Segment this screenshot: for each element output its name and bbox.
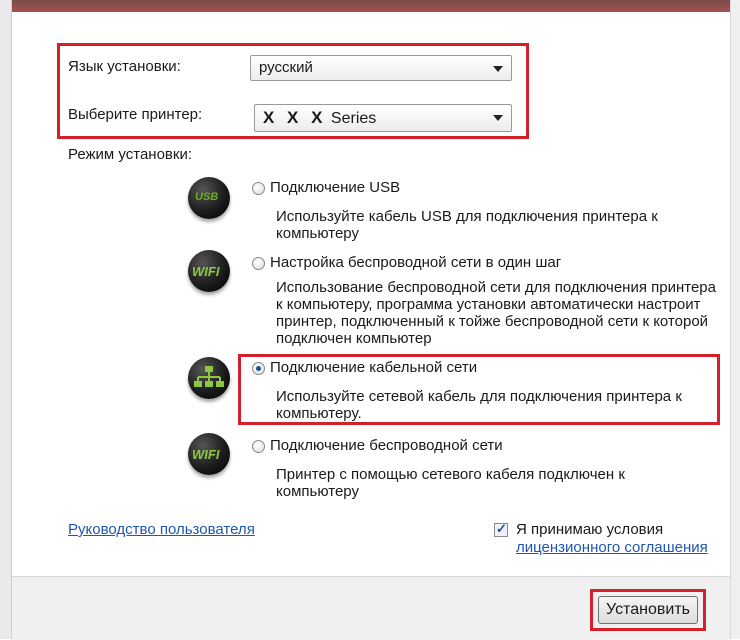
wifi-setup-option-description: Использование беспроводной сети для подк…	[276, 279, 716, 347]
user-guide-link[interactable]: Руководство пользователя	[68, 521, 255, 538]
accept-license-checkbox[interactable]: ✓	[494, 521, 508, 537]
wireless-network-radio[interactable]	[252, 440, 265, 453]
window-title-bar	[0, 0, 740, 12]
install-language-value: русский	[259, 59, 313, 76]
wifi-icon: WIFI	[188, 433, 230, 475]
printer-label: Выберите принтер:	[68, 106, 203, 123]
chevron-down-icon	[493, 66, 503, 72]
wired-network-radio[interactable]	[252, 362, 265, 375]
usb-radio[interactable]	[252, 182, 265, 195]
wifi-setup-option-title[interactable]: Настройка беспроводной сети в один шаг	[270, 254, 561, 271]
printer-model: X X X	[263, 108, 327, 127]
wired-network-option-title[interactable]: Подключение кабельной сети	[270, 359, 477, 376]
license-agreement-link[interactable]: лицензионного соглашения	[516, 539, 708, 556]
printer-series: Series	[330, 110, 377, 127]
wired-network-option-description: Используйте сетевой кабель для подключен…	[276, 388, 682, 422]
printer-select[interactable]: X X X Series	[254, 104, 512, 132]
window-left-border	[0, 0, 12, 639]
usb-option-title[interactable]: Подключение USB	[270, 179, 400, 196]
usb-option-description: Используйте кабель USB для подключения п…	[276, 208, 658, 242]
accept-license-label: Я принимаю условия	[516, 521, 664, 538]
wifi-icon: WIFI	[188, 250, 230, 292]
wireless-network-option-description: Принтер с помощью сетевого кабеля подклю…	[276, 466, 625, 500]
window-right-border	[730, 0, 740, 639]
chevron-down-icon	[493, 115, 503, 121]
wireless-network-option-title[interactable]: Подключение беспроводной сети	[270, 437, 503, 454]
install-mode-label: Режим установки:	[68, 146, 192, 163]
wifi-setup-radio[interactable]	[252, 257, 265, 270]
install-language-select[interactable]: русский	[250, 55, 512, 81]
install-button[interactable]: Установить	[598, 596, 698, 624]
usb-icon: USB	[188, 177, 230, 219]
check-icon: ✓	[496, 521, 507, 536]
network-icon	[188, 357, 230, 399]
install-language-label: Язык установки:	[68, 58, 181, 75]
